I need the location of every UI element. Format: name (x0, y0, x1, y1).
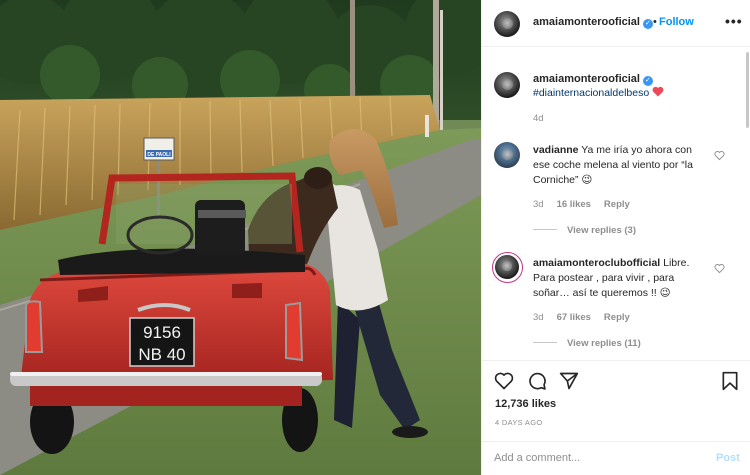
view-replies-label[interactable]: View replies (11) (567, 338, 641, 349)
comment-icon[interactable] (527, 371, 547, 391)
photo-scene: DE PAOLI 9156 NB 40 (0, 0, 481, 475)
comment-username[interactable]: amaiamonteroclubofficial (533, 257, 660, 269)
red-heart-icon (652, 86, 664, 97)
comment-username[interactable]: vadianne (533, 144, 579, 156)
view-replies-button[interactable]: View replies (3) (533, 225, 636, 236)
story-ring[interactable] (492, 252, 523, 283)
comment-text: amaiamonteroclubofficial Libre. Para pos… (533, 256, 703, 301)
more-options-icon[interactable]: ••• (725, 13, 743, 29)
reply-button[interactable]: Reply (604, 199, 630, 210)
post-actions: 12,736 likes 4 DAYS AGO Post (482, 360, 750, 475)
comment-likes[interactable]: 16 likes (557, 199, 591, 210)
post-photo[interactable]: DE PAOLI 9156 NB 40 (0, 0, 481, 475)
add-comment-input[interactable] (494, 452, 694, 464)
author-username-text[interactable]: amaiamonterooficial (533, 16, 640, 28)
comment-like-heart-icon[interactable] (714, 150, 725, 161)
caption-username-text[interactable]: amaiamonterooficial (533, 73, 640, 85)
bookmark-icon[interactable] (720, 371, 740, 391)
license-plate-line-1: 9156 (143, 323, 181, 342)
caption-hashtag[interactable]: #diainternacionaldelbeso (533, 87, 649, 99)
post-side-panel: amaiamonterooficial ✓ • Follow ••• amaiam… (481, 0, 750, 475)
road-sign-text: DE PAOLI (147, 152, 171, 158)
post-comment-button[interactable]: Post (716, 452, 740, 464)
view-replies-button[interactable]: View replies (11) (533, 338, 641, 349)
author-username[interactable]: amaiamonterooficial ✓ (533, 16, 653, 29)
comment-meta: 3d 16 likes Reply (533, 199, 643, 210)
comment-composer: Post (482, 441, 750, 475)
share-icon[interactable] (559, 371, 579, 391)
comment-like-heart-icon[interactable] (714, 263, 725, 274)
license-plate-line-2: NB 40 (138, 345, 185, 364)
follow-button[interactable]: Follow (659, 16, 694, 28)
post-header: amaiamonterooficial ✓ • Follow ••• (482, 0, 750, 47)
reply-button[interactable]: Reply (604, 312, 630, 323)
comment-time[interactable]: 3d (533, 312, 544, 323)
view-replies-label[interactable]: View replies (3) (567, 225, 636, 236)
verified-badge-icon: ✓ (642, 76, 653, 86)
caption-text: #diainternacionaldelbeso (533, 86, 664, 101)
comment-avatar[interactable] (494, 142, 520, 168)
comment-avatar[interactable] (495, 255, 519, 279)
comment-likes[interactable]: 67 likes (557, 312, 591, 323)
likes-count[interactable]: 12,736 likes (495, 398, 556, 410)
caption-time[interactable]: 4d (533, 113, 544, 124)
heart-icon[interactable] (494, 371, 514, 391)
header-separator: • (653, 16, 657, 28)
caption-avatar[interactable] (494, 72, 520, 98)
scrollbar[interactable] (746, 52, 749, 128)
comment-meta: 3d 67 likes Reply (533, 312, 643, 323)
caption-username[interactable]: amaiamonterooficial ✓ (533, 73, 653, 86)
author-avatar[interactable] (494, 11, 520, 37)
post-timestamp[interactable]: 4 DAYS AGO (495, 418, 542, 427)
comments-list[interactable]: amaiamonterooficial ✓ #diainternacionalde… (482, 48, 750, 360)
comment-text: vadianne Ya me iría yo ahora con ese coc… (533, 143, 703, 188)
comment-time[interactable]: 3d (533, 199, 544, 210)
verified-badge-icon: ✓ (642, 19, 653, 29)
